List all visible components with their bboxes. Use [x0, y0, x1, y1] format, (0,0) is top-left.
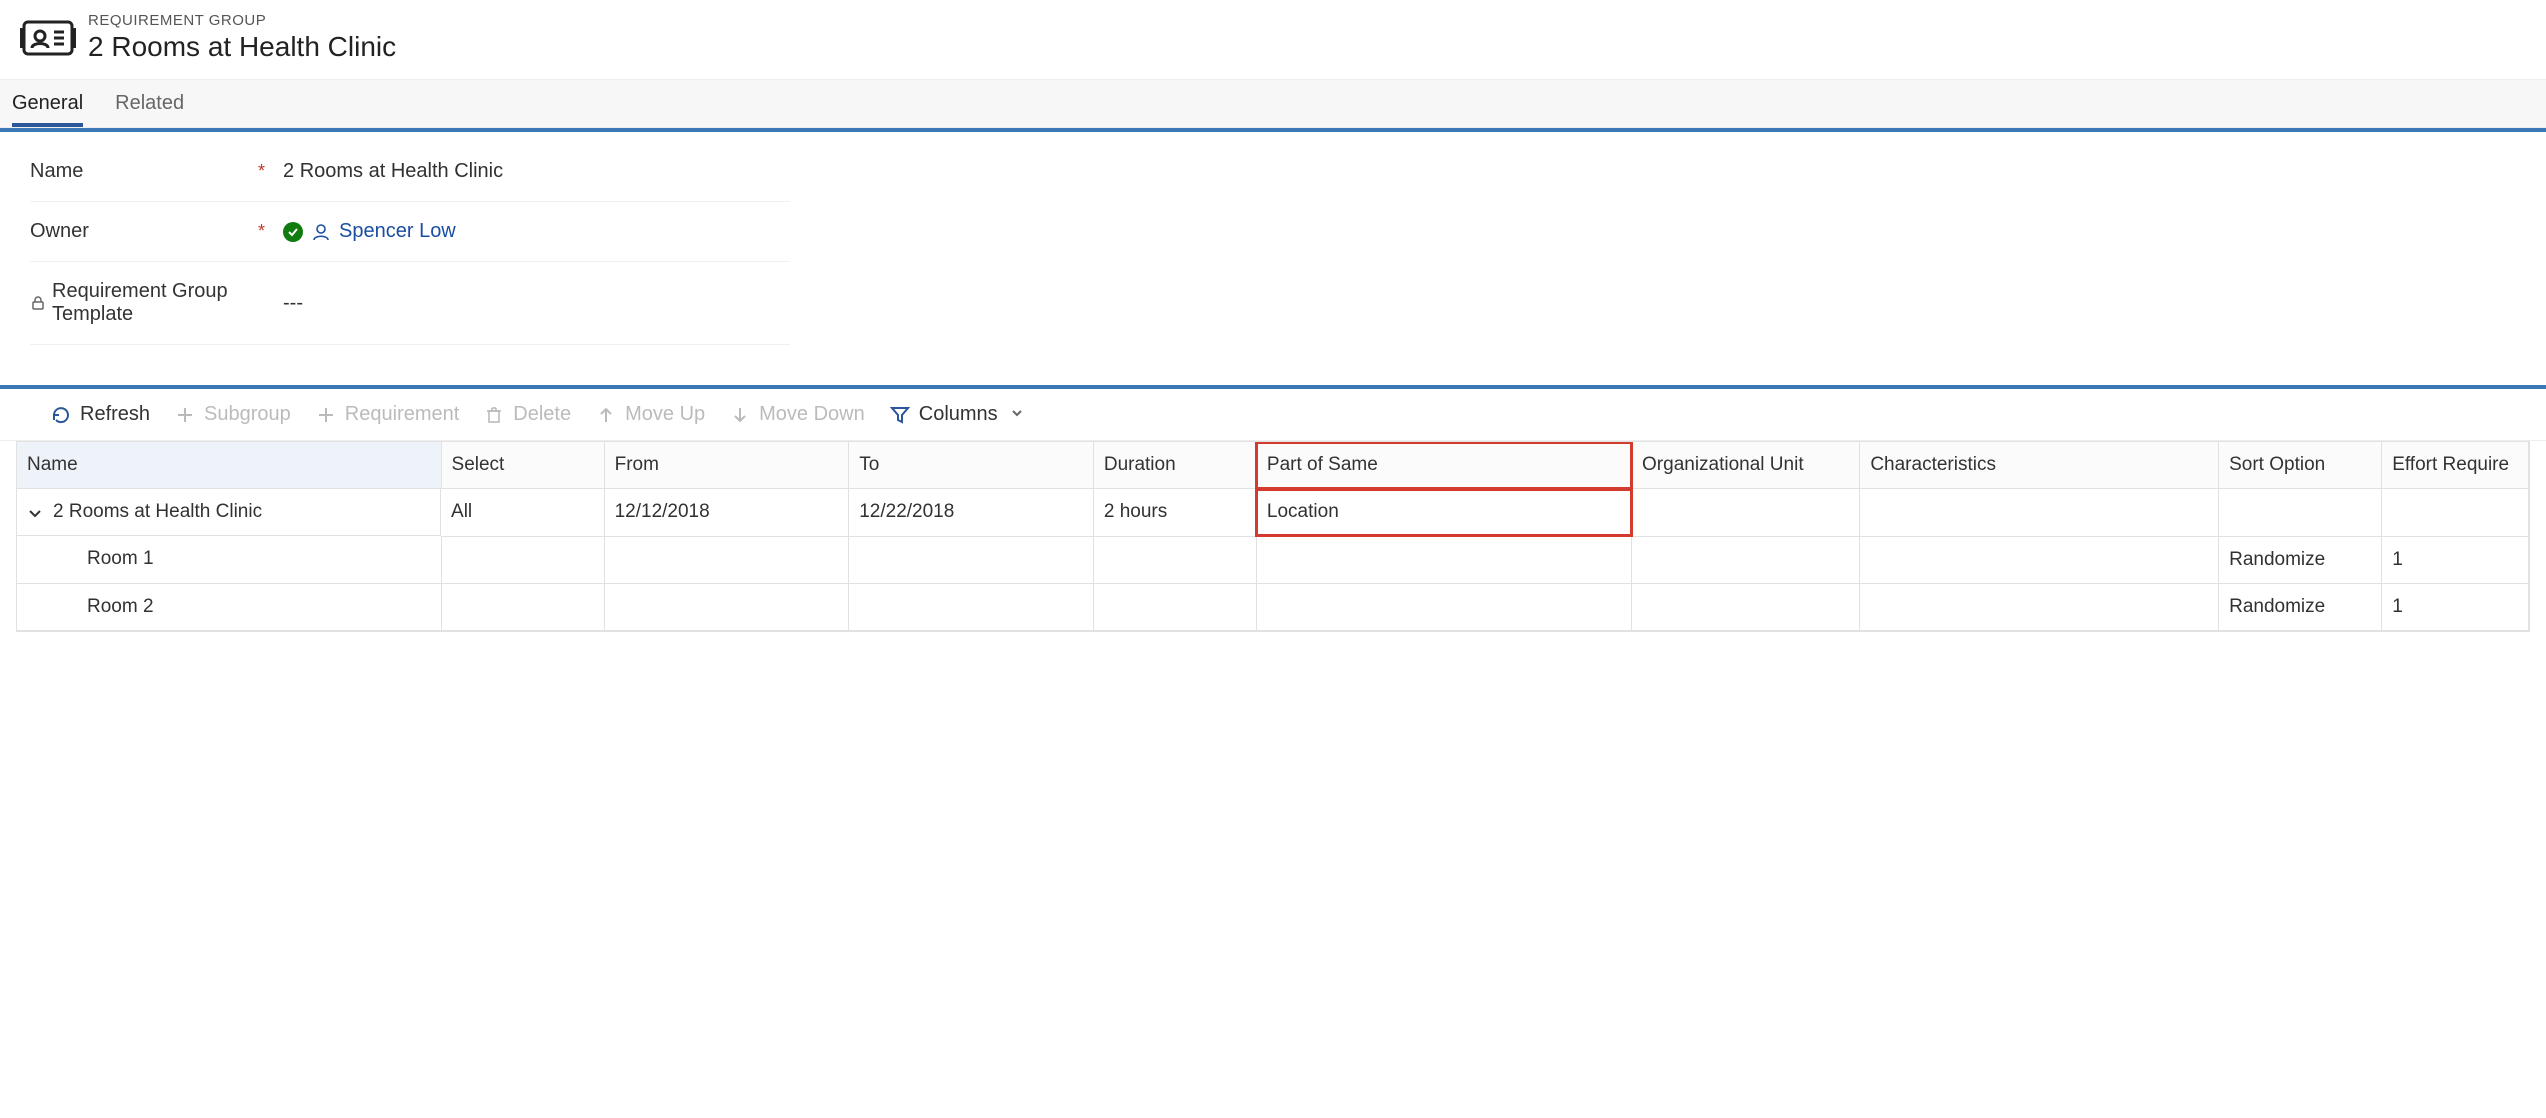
cell-name[interactable]: Room 2 — [17, 583, 441, 630]
refresh-label: Refresh — [80, 403, 150, 426]
check-icon — [283, 222, 303, 242]
col-header-duration[interactable]: Duration — [1093, 442, 1256, 489]
cell-characteristics[interactable] — [1860, 536, 2219, 583]
owner-link[interactable]: Spencer Low — [339, 220, 456, 243]
plus-icon — [174, 404, 196, 426]
owner-field[interactable]: Spencer Low — [283, 220, 790, 243]
cell-org-unit[interactable] — [1632, 489, 1860, 537]
move-down-label: Move Down — [759, 403, 865, 426]
form-row-owner: Owner * Spencer Low — [30, 202, 790, 262]
move-up-label: Move Up — [625, 403, 705, 426]
cell-select[interactable] — [441, 583, 604, 630]
arrow-down-icon — [729, 404, 751, 426]
grid-header-row: Name Select From To Duration Part of Sam… — [17, 442, 2529, 489]
plus-icon — [315, 404, 337, 426]
requirement-label: Requirement — [345, 403, 460, 426]
cell-effort-required[interactable]: 1 — [2382, 583, 2529, 630]
col-header-name[interactable]: Name — [17, 442, 441, 489]
move-up-button: Move Up — [595, 403, 705, 426]
name-label: Name — [30, 160, 83, 183]
template-field: --- — [283, 292, 790, 315]
requirement-button: Requirement — [315, 403, 460, 426]
template-label: Requirement Group Template — [52, 280, 250, 326]
col-header-characteristics[interactable]: Characteristics — [1860, 442, 2219, 489]
col-header-org-unit[interactable]: Organizational Unit — [1632, 442, 1860, 489]
subgroup-label: Subgroup — [204, 403, 291, 426]
cell-part-of-same[interactable]: Location — [1256, 489, 1631, 537]
chevron-down-icon — [1010, 403, 1024, 426]
person-icon — [311, 222, 331, 242]
form-row-name: Name * 2 Rooms at Health Clinic — [30, 142, 790, 202]
cell-name[interactable]: Room 1 — [17, 536, 441, 583]
col-header-effort-required[interactable]: Effort Require — [2382, 442, 2529, 489]
subgroup-button: Subgroup — [174, 403, 291, 426]
cell-to[interactable] — [849, 583, 1094, 630]
required-indicator: * — [258, 161, 265, 182]
tab-bar: General Related — [0, 79, 2546, 128]
name-field[interactable]: 2 Rooms at Health Clinic — [283, 160, 790, 183]
col-header-sort-option[interactable]: Sort Option — [2219, 442, 2382, 489]
grid-toolbar: Refresh Subgroup Requirement Delete — [0, 389, 2546, 441]
cell-duration[interactable] — [1093, 536, 1256, 583]
table-row[interactable]: Room 2 Randomize 1 — [17, 583, 2529, 630]
row-name-label: Room 1 — [27, 548, 154, 569]
cell-select[interactable]: All — [441, 489, 604, 537]
row-name-label: Room 2 — [27, 596, 154, 617]
requirements-grid-section: Refresh Subgroup Requirement Delete — [0, 385, 2546, 632]
cell-duration[interactable]: 2 hours — [1093, 489, 1256, 537]
cell-sort-option[interactable]: Randomize — [2219, 583, 2382, 630]
cell-org-unit[interactable] — [1632, 536, 1860, 583]
name-value: 2 Rooms at Health Clinic — [283, 160, 503, 183]
form-row-template: Requirement Group Template * --- — [30, 262, 790, 345]
chevron-down-icon[interactable] — [27, 505, 43, 521]
cell-effort-required[interactable] — [2382, 489, 2529, 537]
cell-to[interactable]: 12/22/2018 — [849, 489, 1094, 537]
table-row[interactable]: 2 Rooms at Health Clinic All 12/12/2018 … — [17, 489, 2529, 537]
delete-label: Delete — [513, 403, 571, 426]
delete-button: Delete — [483, 403, 571, 426]
cell-from[interactable] — [604, 536, 849, 583]
cell-to[interactable] — [849, 536, 1094, 583]
trash-icon — [483, 404, 505, 426]
page-title: 2 Rooms at Health Clinic — [88, 31, 396, 63]
filter-icon — [889, 404, 911, 426]
required-indicator: * — [258, 221, 265, 242]
table-row[interactable]: Room 1 Randomize 1 — [17, 536, 2529, 583]
row-name-label: 2 Rooms at Health Clinic — [53, 501, 262, 523]
cell-effort-required[interactable]: 1 — [2382, 536, 2529, 583]
entity-type-label: REQUIREMENT GROUP — [88, 12, 396, 29]
cell-select[interactable] — [441, 536, 604, 583]
col-header-to[interactable]: To — [849, 442, 1094, 489]
cell-part-of-same[interactable] — [1256, 583, 1631, 630]
cell-part-of-same[interactable] — [1256, 536, 1631, 583]
requirements-grid: Name Select From To Duration Part of Sam… — [16, 441, 2530, 632]
cell-duration[interactable] — [1093, 583, 1256, 630]
tab-related[interactable]: Related — [115, 80, 184, 127]
col-header-select[interactable]: Select — [441, 442, 604, 489]
col-header-part-of-same[interactable]: Part of Same — [1256, 442, 1631, 489]
columns-button[interactable]: Columns — [889, 403, 1024, 426]
cell-characteristics[interactable] — [1860, 583, 2219, 630]
col-header-from[interactable]: From — [604, 442, 849, 489]
cell-from[interactable] — [604, 583, 849, 630]
cell-sort-option[interactable]: Randomize — [2219, 536, 2382, 583]
tab-general[interactable]: General — [12, 80, 83, 127]
refresh-icon — [50, 404, 72, 426]
form-section: Name * 2 Rooms at Health Clinic Owner * … — [0, 128, 2546, 375]
arrow-up-icon — [595, 404, 617, 426]
cell-org-unit[interactable] — [1632, 583, 1860, 630]
cell-sort-option[interactable] — [2219, 489, 2382, 537]
entity-icon — [20, 14, 76, 62]
page-header: REQUIREMENT GROUP 2 Rooms at Health Clin… — [0, 0, 2546, 79]
columns-label: Columns — [919, 403, 998, 426]
refresh-button[interactable]: Refresh — [50, 403, 150, 426]
template-value: --- — [283, 292, 303, 315]
cell-characteristics[interactable] — [1860, 489, 2219, 537]
owner-label: Owner — [30, 220, 89, 243]
cell-name[interactable]: 2 Rooms at Health Clinic — [17, 489, 441, 536]
cell-from[interactable]: 12/12/2018 — [604, 489, 849, 537]
move-down-button: Move Down — [729, 403, 865, 426]
lock-icon — [30, 295, 46, 311]
